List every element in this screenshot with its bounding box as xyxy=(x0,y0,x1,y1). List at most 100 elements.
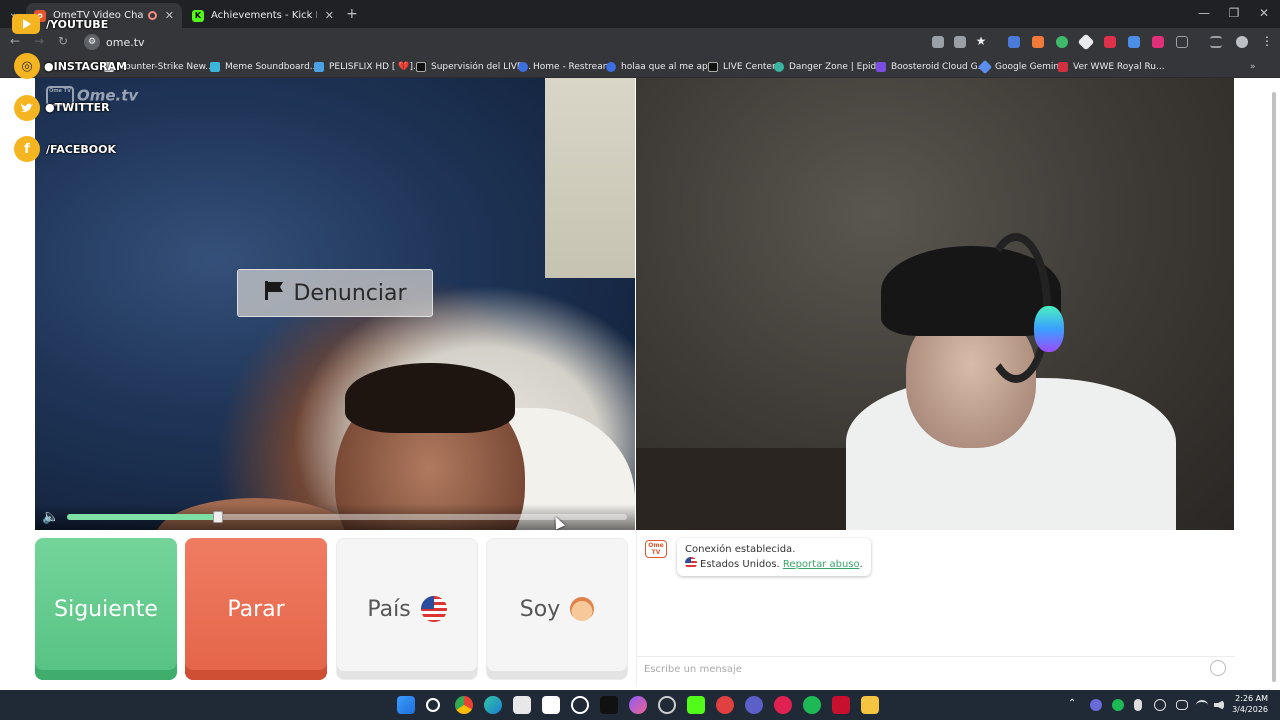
bookmark-label: holaa que al me ap... xyxy=(621,62,717,72)
bookmarks-bar: Counter-Strike New... Meme Soundboard...… xyxy=(0,56,1280,78)
bookmark-label: Ver WWE Royal Ru... xyxy=(1073,62,1165,72)
extension-icon[interactable] xyxy=(1152,36,1164,48)
search-icon[interactable] xyxy=(426,698,440,712)
bookmark-item[interactable]: PELISFLIX HD [ 💔]... xyxy=(314,60,422,74)
clock-time[interactable]: 2:26 AM xyxy=(1228,694,1268,703)
facebook-handle: /FACEBOOK xyxy=(46,142,116,156)
report-button[interactable]: Denunciar xyxy=(237,269,433,317)
speaker-icon[interactable] xyxy=(1214,700,1224,710)
youtube-handle: /YOUTUBE xyxy=(46,17,109,31)
bookmark-star-icon[interactable]: ★ xyxy=(972,34,990,48)
translate-icon[interactable] xyxy=(932,36,944,48)
app-icon[interactable] xyxy=(745,696,763,714)
speaker-volume-icon[interactable]: 🔈 xyxy=(42,509,59,525)
tab-kick-dashboard[interactable]: K Achievements - Kick Dashboard ✕ xyxy=(184,3,342,28)
kick-icon[interactable] xyxy=(687,696,705,714)
next-button[interactable]: Siguiente xyxy=(35,538,177,680)
microphone-icon[interactable] xyxy=(1134,699,1142,711)
bookmark-label: Supervisión del LIVE... xyxy=(431,62,532,72)
chatgpt-icon[interactable] xyxy=(571,696,589,714)
capcut-icon[interactable] xyxy=(542,696,560,714)
reading-list-icon[interactable] xyxy=(1210,36,1222,48)
system-message: Conexión establecida. Estados Unidos. Re… xyxy=(677,538,871,576)
bookmark-item[interactable]: Meme Soundboard... xyxy=(210,60,318,74)
copilot-icon[interactable] xyxy=(629,696,647,714)
chrome-icon[interactable] xyxy=(455,696,473,714)
back-arrow-icon[interactable]: ← xyxy=(6,34,24,48)
app-icon[interactable] xyxy=(832,696,850,714)
emoji-smiley-icon[interactable] xyxy=(1210,660,1226,676)
new-tab-plus-icon[interactable]: + xyxy=(346,6,358,22)
app-icon[interactable] xyxy=(774,696,792,714)
url-text: ome.tv xyxy=(106,35,145,49)
extension-icon[interactable] xyxy=(1032,36,1044,48)
volume-slider-thumb[interactable] xyxy=(213,511,224,523)
volume-control: 🔈 xyxy=(35,504,635,530)
restream-icon xyxy=(518,62,528,72)
minimize-icon[interactable]: — xyxy=(1194,6,1214,20)
file-explorer-icon[interactable] xyxy=(861,696,879,714)
video-scene xyxy=(1034,306,1064,352)
more-bookmarks-chevron-icon[interactable]: » xyxy=(1250,60,1256,74)
stop-label: Parar xyxy=(227,596,285,622)
scrollbar-thumb[interactable] xyxy=(1272,92,1276,682)
bookmark-item[interactable]: Home - Restream xyxy=(518,60,611,74)
bookmark-item[interactable]: Google Gemini xyxy=(977,59,1062,75)
bookmark-label: Google Gemini xyxy=(995,62,1062,72)
forward-arrow-icon[interactable]: → xyxy=(30,34,48,48)
extension-icon[interactable] xyxy=(1008,36,1020,48)
tray-spotify-icon[interactable] xyxy=(1112,699,1124,711)
maximize-icon[interactable]: ❐ xyxy=(1224,6,1244,20)
reload-icon[interactable]: ↻ xyxy=(54,34,72,48)
close-tab-icon[interactable]: ✕ xyxy=(165,9,174,22)
us-flag-icon xyxy=(685,557,697,569)
bookmark-item[interactable]: holaa que al me ap... xyxy=(606,60,716,74)
extension-icon[interactable] xyxy=(1056,36,1068,48)
extension-icon[interactable] xyxy=(1104,36,1116,48)
bookmark-item[interactable]: Boosteroid Cloud G... xyxy=(876,60,986,74)
close-tab-icon[interactable]: ✕ xyxy=(325,9,334,22)
scrollbar[interactable] xyxy=(1270,80,1278,686)
close-window-icon[interactable]: ✕ xyxy=(1254,6,1274,20)
gender-label: Soy xyxy=(519,596,561,622)
facebook-icon: f xyxy=(14,136,40,162)
show-hidden-icons-chevron-icon[interactable]: ⌃ xyxy=(1068,698,1076,709)
vivaldi-icon[interactable] xyxy=(716,696,734,714)
bookmark-label: PELISFLIX HD [ 💔]... xyxy=(329,62,422,72)
profile-avatar-icon[interactable] xyxy=(1236,36,1248,48)
address-bar[interactable]: ⚙ ome.tv xyxy=(80,31,1000,53)
app-icon[interactable] xyxy=(600,696,618,714)
bookmark-label: Counter-Strike New... xyxy=(119,62,214,72)
gender-button[interactable]: Soy xyxy=(486,538,628,680)
edge-icon[interactable] xyxy=(484,696,502,714)
spotify-icon[interactable] xyxy=(803,696,821,714)
self-webcam-video xyxy=(636,78,1234,530)
bookmark-favicon-icon xyxy=(210,62,220,72)
extension-icon[interactable] xyxy=(1077,33,1095,51)
bookmark-item[interactable]: Ver WWE Royal Ru... xyxy=(1058,60,1165,74)
bookmark-item[interactable]: Danger Zone | Epid... xyxy=(774,60,885,74)
message-input[interactable]: Escribe un mensaje xyxy=(637,656,1235,682)
site-info-icon[interactable]: ⚙ xyxy=(84,34,100,50)
extension-icon[interactable] xyxy=(1128,36,1140,48)
extensions-puzzle-icon[interactable] xyxy=(1176,36,1188,48)
tray-app-icon[interactable] xyxy=(1154,699,1166,711)
tray-app-icon[interactable] xyxy=(1090,699,1102,711)
clock-date[interactable]: 3/4/2026 xyxy=(1228,705,1268,714)
cast-icon[interactable] xyxy=(954,36,966,48)
keyboard-icon[interactable] xyxy=(1176,700,1188,710)
country-button[interactable]: País xyxy=(336,538,478,680)
store-icon[interactable] xyxy=(513,696,531,714)
windows-start-icon[interactable] xyxy=(397,696,415,714)
report-abuse-link[interactable]: Reportar abuso xyxy=(783,559,860,570)
bookmark-item[interactable]: Supervisión del LIVE... xyxy=(416,60,531,74)
browser-menu-kebab-icon[interactable]: ⋮ xyxy=(1258,34,1276,48)
recording-indicator-icon xyxy=(147,11,157,20)
bookmark-item[interactable]: LIVE Center xyxy=(708,60,776,74)
bookmark-favicon-icon xyxy=(774,62,784,72)
obs-icon[interactable] xyxy=(658,696,676,714)
volume-slider[interactable] xyxy=(67,511,627,523)
wifi-icon[interactable] xyxy=(1196,700,1208,710)
bookmark-favicon-icon xyxy=(314,62,324,72)
stop-button[interactable]: Parar xyxy=(185,538,327,680)
